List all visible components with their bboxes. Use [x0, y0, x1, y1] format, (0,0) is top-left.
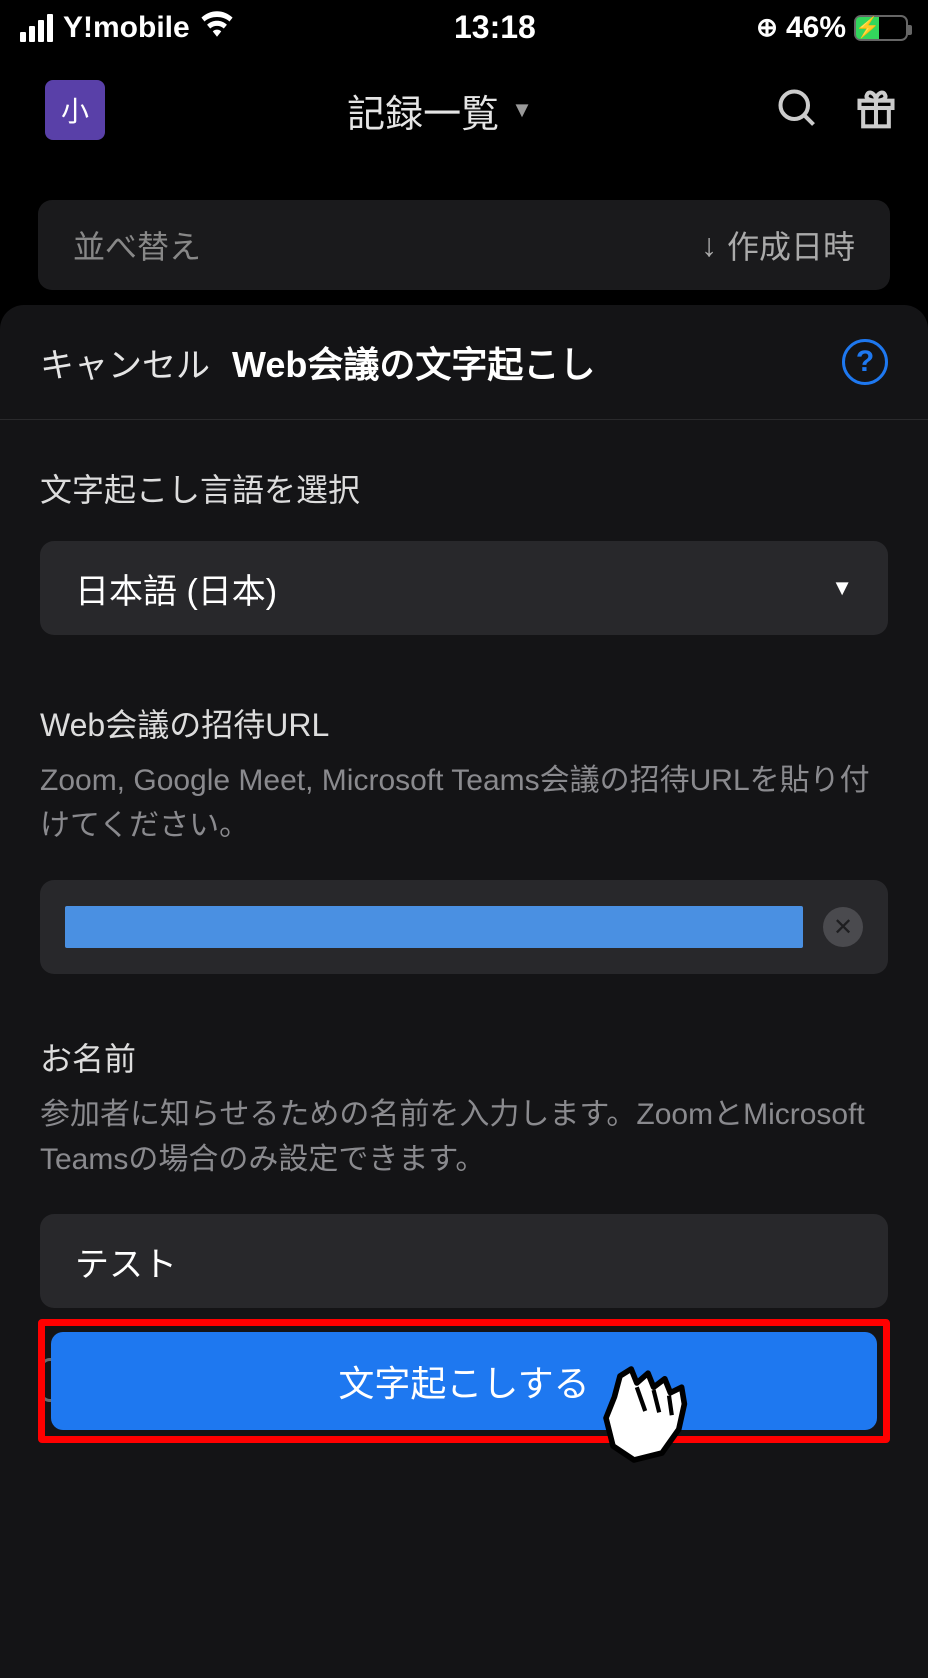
carrier-label: Y!mobile — [63, 11, 190, 45]
search-icon[interactable] — [775, 86, 819, 135]
name-input[interactable]: テスト — [40, 1214, 888, 1308]
page-title: 記録一覧 — [347, 83, 499, 138]
language-label: 文字起こし言語を選択 — [40, 465, 888, 511]
url-label: Web会議の招待URL — [40, 700, 888, 746]
battery-icon: ⚡ — [854, 15, 908, 41]
cancel-button[interactable]: キャンセル — [40, 338, 210, 387]
chevron-down-icon: ▼ — [511, 97, 533, 123]
gift-icon[interactable] — [854, 86, 898, 135]
name-value: テスト — [75, 1237, 177, 1286]
clear-icon[interactable]: ✕ — [823, 907, 863, 947]
submit-label: 文字起こしする — [338, 1355, 589, 1407]
signal-icon — [20, 14, 53, 42]
avatar[interactable]: 小 — [45, 80, 105, 140]
modal-title: Web会議の文字起こし — [232, 336, 595, 388]
title-dropdown[interactable]: 記録一覧 ▼ — [347, 83, 533, 138]
language-value: 日本語 (日本) — [75, 564, 277, 613]
sort-label: 並べ替え — [73, 222, 201, 268]
time-label: 13:18 — [454, 9, 536, 46]
sort-bar[interactable]: 並べ替え ↓ 作成日時 — [38, 200, 890, 290]
submit-highlight: 文字起こしする — [38, 1319, 890, 1443]
submit-button[interactable]: 文字起こしする — [51, 1332, 877, 1430]
avatar-text: 小 — [61, 90, 89, 130]
wifi-icon — [200, 11, 234, 45]
rotation-lock-icon: ⊕ — [756, 12, 778, 43]
modal-header: キャンセル Web会議の文字起こし ? — [0, 305, 928, 420]
status-left: Y!mobile — [20, 11, 234, 45]
url-desc: Zoom, Google Meet, Microsoft Teams会議の招待U… — [40, 758, 888, 848]
transcription-modal: キャンセル Web会議の文字起こし ? 文字起こし言語を選択 日本語 (日本) … — [0, 305, 928, 1678]
url-selection — [65, 906, 803, 948]
sort-arrow-icon: ↓ — [701, 227, 717, 264]
battery-pct: 46% — [786, 11, 846, 45]
sort-current: 作成日時 — [727, 222, 855, 268]
status-right: ⊕ 46% ⚡ — [756, 11, 908, 45]
name-label: お名前 — [40, 1034, 888, 1080]
name-desc: 参加者に知らせるための名前を入力します。ZoomとMicrosoft Teams… — [40, 1092, 888, 1182]
language-select[interactable]: 日本語 (日本) ▼ — [40, 541, 888, 635]
url-input[interactable]: ✕ — [40, 880, 888, 974]
help-icon[interactable]: ? — [842, 339, 888, 385]
app-header: 小 記録一覧 ▼ — [0, 55, 928, 165]
cursor-hand-icon — [578, 1348, 718, 1488]
status-bar: Y!mobile 13:18 ⊕ 46% ⚡ — [0, 0, 928, 55]
chevron-down-icon: ▼ — [831, 575, 853, 601]
